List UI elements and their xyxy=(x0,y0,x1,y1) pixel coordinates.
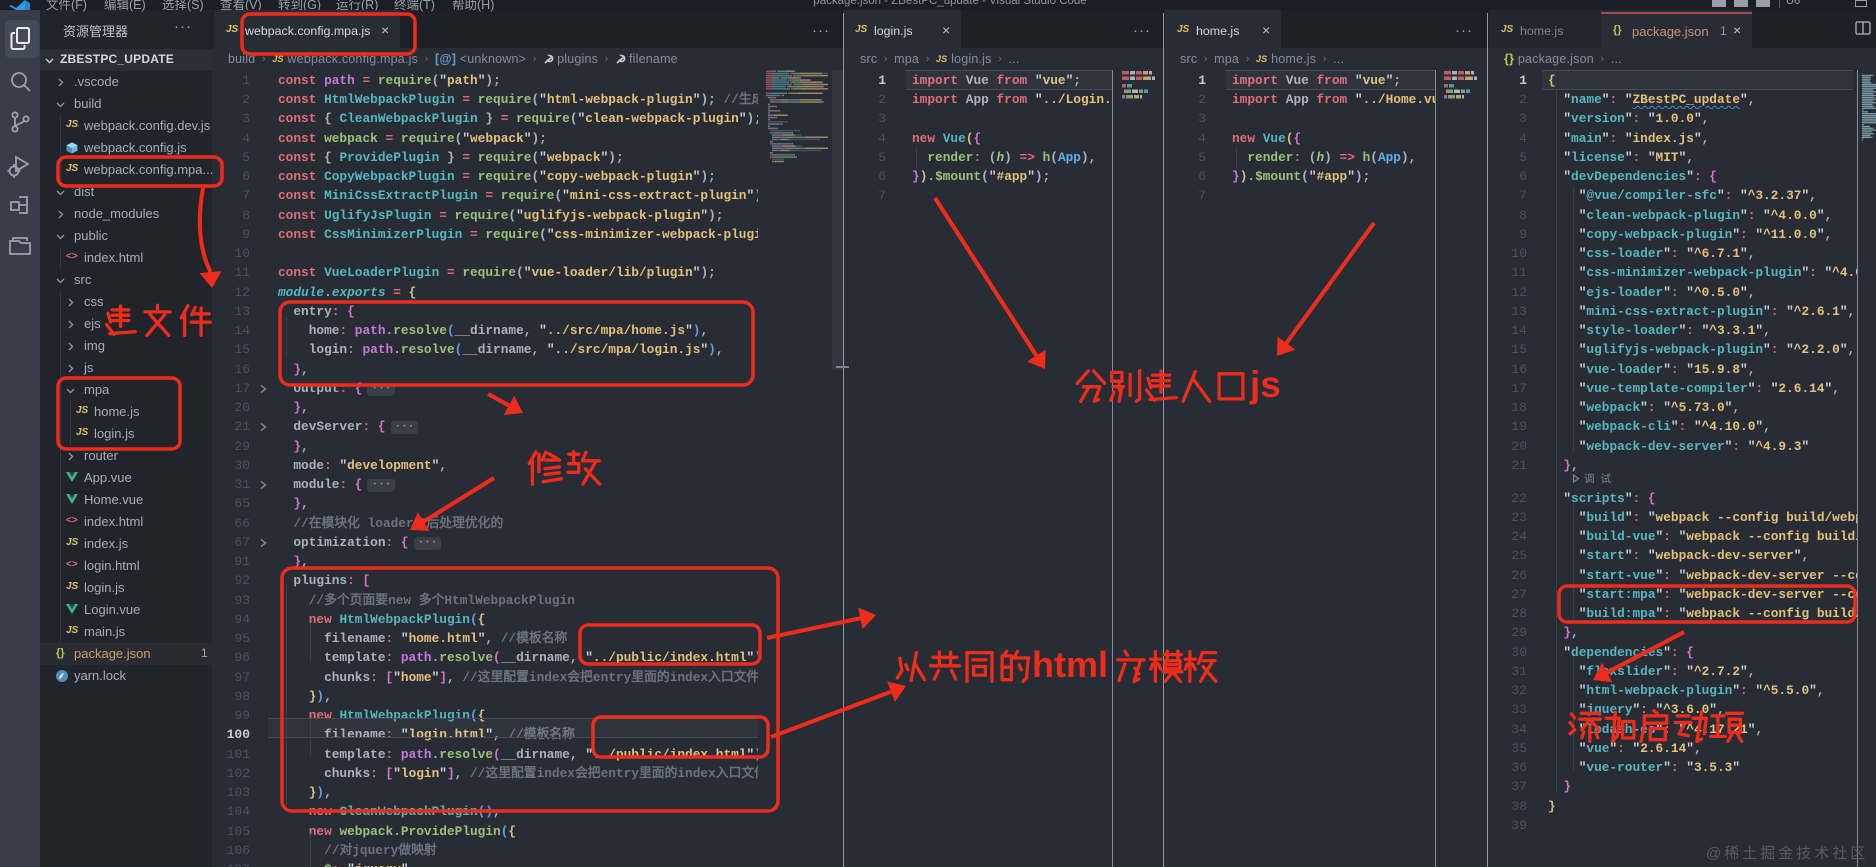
svg-text:js: js xyxy=(1249,364,1281,405)
svg-text:html: html xyxy=(1032,644,1108,685)
